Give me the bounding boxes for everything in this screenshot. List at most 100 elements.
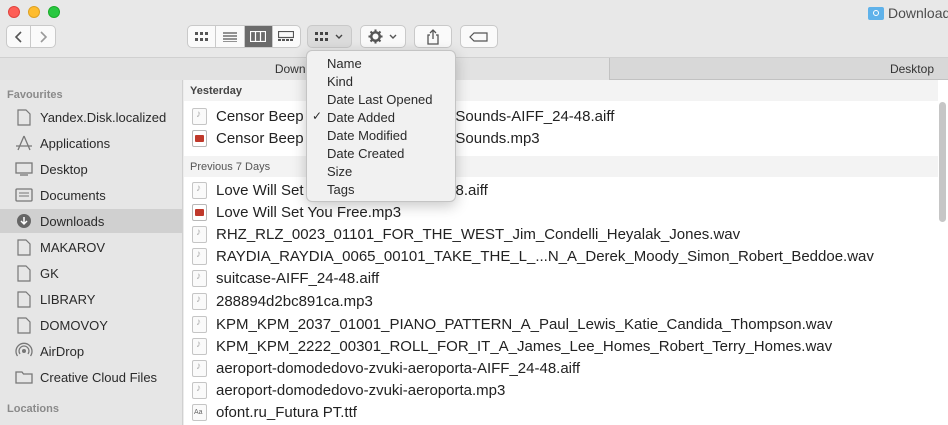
sidebar-item-gk[interactable]: GK <box>0 261 183 285</box>
view-mode-control <box>187 25 301 48</box>
menu-item-date-added[interactable]: ✓ Date Added <box>307 108 455 126</box>
chevron-down-icon <box>389 34 397 39</box>
locations-heading: Locations <box>7 403 59 415</box>
menu-item-tags[interactable]: Tags <box>307 180 455 198</box>
vertical-scrollbar[interactable] <box>939 102 946 222</box>
applications-icon <box>14 134 34 152</box>
sidebar-item-label: Desktop <box>40 161 88 177</box>
menu-item-date-last-opened[interactable]: Date Last Opened <box>307 90 455 108</box>
audio-file-icon <box>192 225 207 243</box>
document-icon <box>14 316 34 334</box>
group-by-button[interactable] <box>307 25 352 48</box>
minimize-window-button[interactable] <box>28 6 40 18</box>
chevron-right-icon <box>40 30 48 43</box>
group-header-yesterday: Yesterday <box>184 80 938 101</box>
file-row[interactable]: Censor Beep ts All Sounds.mp3 <box>184 127 938 149</box>
downloads-icon <box>14 212 34 230</box>
airdrop-icon <box>14 342 34 360</box>
downloads-folder-icon <box>868 6 884 20</box>
tab-desktop[interactable]: Desktop <box>610 58 948 80</box>
document-icon <box>14 264 34 282</box>
file-name: Love Will Set <box>216 181 304 199</box>
menu-item-label: Tags <box>327 181 355 197</box>
documents-icon <box>14 186 34 204</box>
file-row[interactable]: aeroport-domodedovo-zvuki-aeroporta.mp3 <box>184 379 938 401</box>
file-row[interactable]: ofont.ru_Futura PT.ttf <box>184 401 938 423</box>
sidebar-item-label: GK <box>40 265 59 281</box>
audio-file-icon <box>192 315 207 333</box>
mp3-file-icon <box>192 129 207 147</box>
file-row[interactable]: RAYDIA_RAYDIA_0065_00101_TAKE_THE_L_...N… <box>184 245 938 267</box>
sidebar-item-label: Yandex.Disk.localized <box>40 109 167 125</box>
audio-file-icon <box>192 359 207 377</box>
document-icon <box>14 238 34 256</box>
menu-item-label: Kind <box>327 73 354 89</box>
file-row[interactable]: RHZ_RLZ_0023_01101_FOR_THE_WEST_Jim_Cond… <box>184 223 938 245</box>
file-row[interactable]: KPM_KPM_2222_00301_ROLL_FOR_IT_A_James_L… <box>184 335 938 357</box>
file-name: aeroport-domodedovo-zvuki-aeroporta.mp3 <box>216 381 506 399</box>
file-row[interactable]: Love Will Set 8.aiff <box>184 179 938 201</box>
font-file-icon <box>192 403 207 421</box>
action-button[interactable] <box>360 25 406 48</box>
sidebar-item-label: MAKAROV <box>40 239 106 255</box>
menu-item-size[interactable]: Size <box>307 162 455 180</box>
sidebar-item-label: DOMOVOY <box>40 317 108 333</box>
sidebar-item-creative-cloud[interactable]: Creative Cloud Files <box>0 365 183 389</box>
close-window-button[interactable] <box>8 6 20 18</box>
back-button[interactable] <box>6 25 31 48</box>
menu-item-label: Name <box>327 55 362 71</box>
sidebar-item-desktop[interactable]: Desktop <box>0 157 183 181</box>
tag-button[interactable] <box>460 25 498 48</box>
file-row[interactable]: Love Will Set You Free.mp3 <box>184 201 938 223</box>
file-row[interactable]: Censor Beepts All Sounds-AIFF_24-48.aiff <box>184 105 938 127</box>
sidebar-item-library[interactable]: LIBRARY <box>0 287 183 311</box>
sidebar-item-label: LIBRARY <box>40 291 96 307</box>
desktop-icon <box>14 160 34 178</box>
file-name: RHZ_RLZ_0023_01101_FOR_THE_WEST_Jim_Cond… <box>216 225 741 243</box>
sidebar-item-domovoy[interactable]: DOMOVOY <box>0 313 183 337</box>
file-row[interactable]: 288894d2bc891ca.mp3 <box>184 290 938 312</box>
sort-by-menu: Name Kind Date Last Opened ✓ Date Added D… <box>306 50 456 202</box>
audio-file-icon <box>192 247 207 265</box>
gear-icon <box>368 29 383 44</box>
icon-view-button[interactable] <box>188 26 217 47</box>
menu-item-kind[interactable]: Kind <box>307 72 455 90</box>
menu-item-date-created[interactable]: Date Created <box>307 144 455 162</box>
window-title: Download <box>868 4 948 22</box>
file-row[interactable]: aeroport-domodedovo-zvuki-aeroporta-AIFF… <box>184 357 938 379</box>
tab-bar: Downloads Desktop <box>0 58 948 80</box>
column-view-button[interactable] <box>244 26 273 47</box>
toolbar: Download <box>0 0 948 58</box>
file-name: Censor Beep <box>216 129 304 147</box>
menu-item-date-modified[interactable]: Date Modified <box>307 126 455 144</box>
favourites-heading: Favourites <box>7 89 63 101</box>
file-name: ofont.ru_Futura PT.ttf <box>216 403 357 421</box>
list-view-button[interactable] <box>216 26 245 47</box>
file-row[interactable]: suitcase-AIFF_24-48.aiff <box>184 267 938 289</box>
menu-item-name[interactable]: Name <box>307 54 455 72</box>
tab-downloads[interactable]: Downloads <box>0 58 610 80</box>
share-button[interactable] <box>414 25 452 48</box>
maximize-window-button[interactable] <box>48 6 60 18</box>
file-name: 288894d2bc891ca.mp3 <box>216 292 373 310</box>
sidebar-item-makarov[interactable]: MAKAROV <box>0 235 183 259</box>
file-name: Censor Beep <box>216 107 304 125</box>
sidebar-item-applications[interactable]: Applications <box>0 131 183 155</box>
chevron-down-icon <box>335 34 343 39</box>
forward-button[interactable] <box>31 25 56 48</box>
sidebar-item-downloads[interactable]: Downloads <box>0 209 183 233</box>
gallery-view-button[interactable] <box>273 26 300 47</box>
sidebar-item-yandex-disk[interactable]: Yandex.Disk.localized <box>0 105 183 129</box>
file-name: RAYDIA_RAYDIA_0065_00101_TAKE_THE_L_...N… <box>216 247 874 265</box>
sidebar-item-documents[interactable]: Documents <box>0 183 183 207</box>
file-name: KPM_KPM_2037_01001_PIANO_PATTERN_A_Paul_… <box>216 315 833 333</box>
sidebar-item-airdrop[interactable]: AirDrop <box>0 339 183 363</box>
file-list: Yesterday Censor Beepts All Sounds-AIFF_… <box>184 80 948 425</box>
columns-icon <box>250 31 267 42</box>
file-row[interactable]: KPM_KPM_2037_01001_PIANO_PATTERN_A_Paul_… <box>184 313 938 335</box>
folder-icon <box>14 368 34 386</box>
menu-item-label: Date Modified <box>327 127 408 143</box>
window-title-text: Download <box>888 5 948 21</box>
menu-item-label: Date Created <box>327 145 405 161</box>
document-icon <box>14 108 34 126</box>
